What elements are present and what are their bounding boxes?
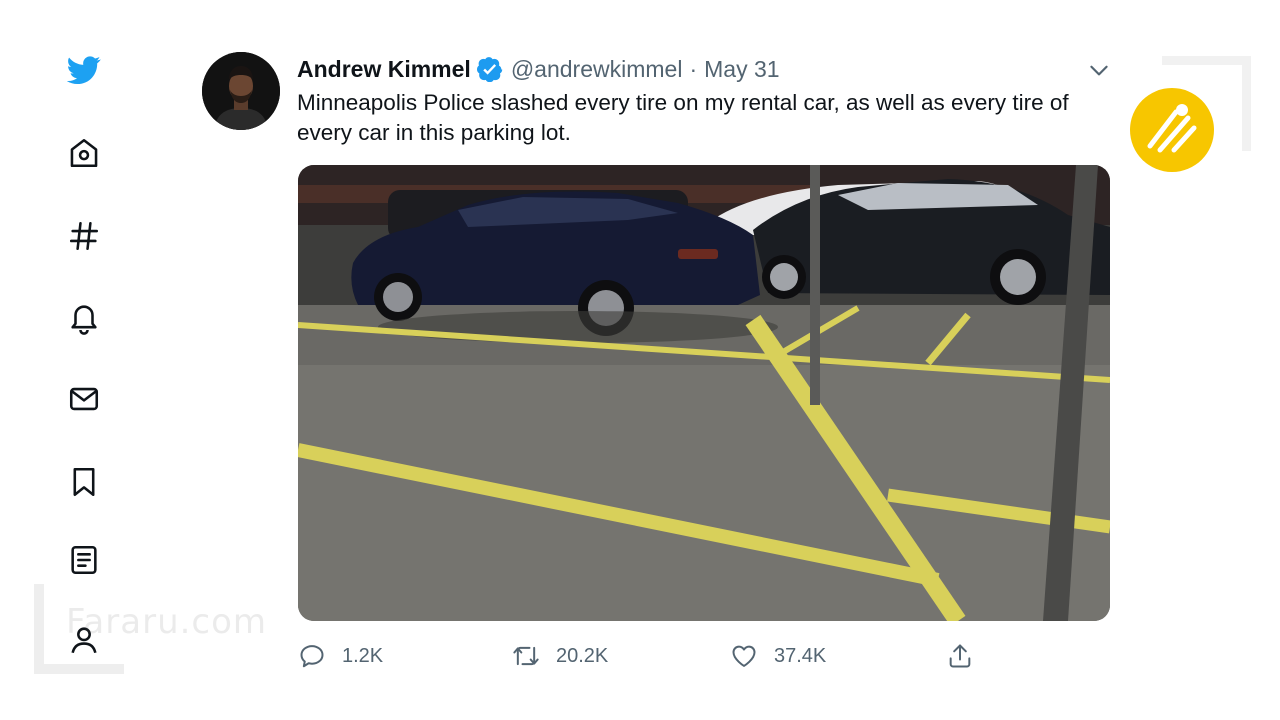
like-count: 37.4K xyxy=(774,644,827,667)
retweet-icon xyxy=(513,646,539,666)
heart-icon xyxy=(732,645,756,667)
avatar[interactable] xyxy=(202,52,280,130)
author-handle[interactable]: @andrewkimmel xyxy=(511,56,683,83)
tweet-video-media[interactable] xyxy=(298,165,1110,621)
header-separator: · xyxy=(689,55,698,82)
retweet-count: 20.2K xyxy=(556,644,609,667)
share-upload-icon xyxy=(949,644,971,668)
like-button[interactable]: 37.4K xyxy=(730,640,826,672)
chevron-down-icon[interactable] xyxy=(1086,57,1112,83)
tweet-text: Minneapolis Police slashed every tire on… xyxy=(297,90,1069,145)
author-name[interactable]: Andrew Kimmel xyxy=(297,56,471,83)
share-button[interactable] xyxy=(946,640,974,672)
home-icon[interactable] xyxy=(62,131,106,175)
retweet-button[interactable]: 20.2K xyxy=(512,640,608,672)
hashtag-explore-icon[interactable] xyxy=(62,214,106,258)
verified-badge-icon xyxy=(476,56,503,82)
mail-messages-icon[interactable] xyxy=(62,377,106,421)
channel-logo-badge xyxy=(1130,88,1214,172)
tweet-date[interactable]: May 31 xyxy=(704,56,779,83)
tweet-actions-bar: 1.2K 20.2K 37.4K xyxy=(298,640,988,672)
list-icon[interactable] xyxy=(62,538,106,582)
bell-notifications-icon[interactable] xyxy=(62,296,106,340)
sidebar-nav xyxy=(0,0,170,720)
reply-count: 1.2K xyxy=(342,644,384,667)
twitter-logo-icon[interactable] xyxy=(62,48,106,92)
bookmark-icon[interactable] xyxy=(62,460,106,504)
profile-icon[interactable] xyxy=(62,618,106,662)
reply-button[interactable]: 1.2K xyxy=(298,640,383,672)
reply-icon xyxy=(300,645,324,668)
tweet-header: Andrew Kimmel @andrewkimmel · May 31 xyxy=(297,54,780,84)
